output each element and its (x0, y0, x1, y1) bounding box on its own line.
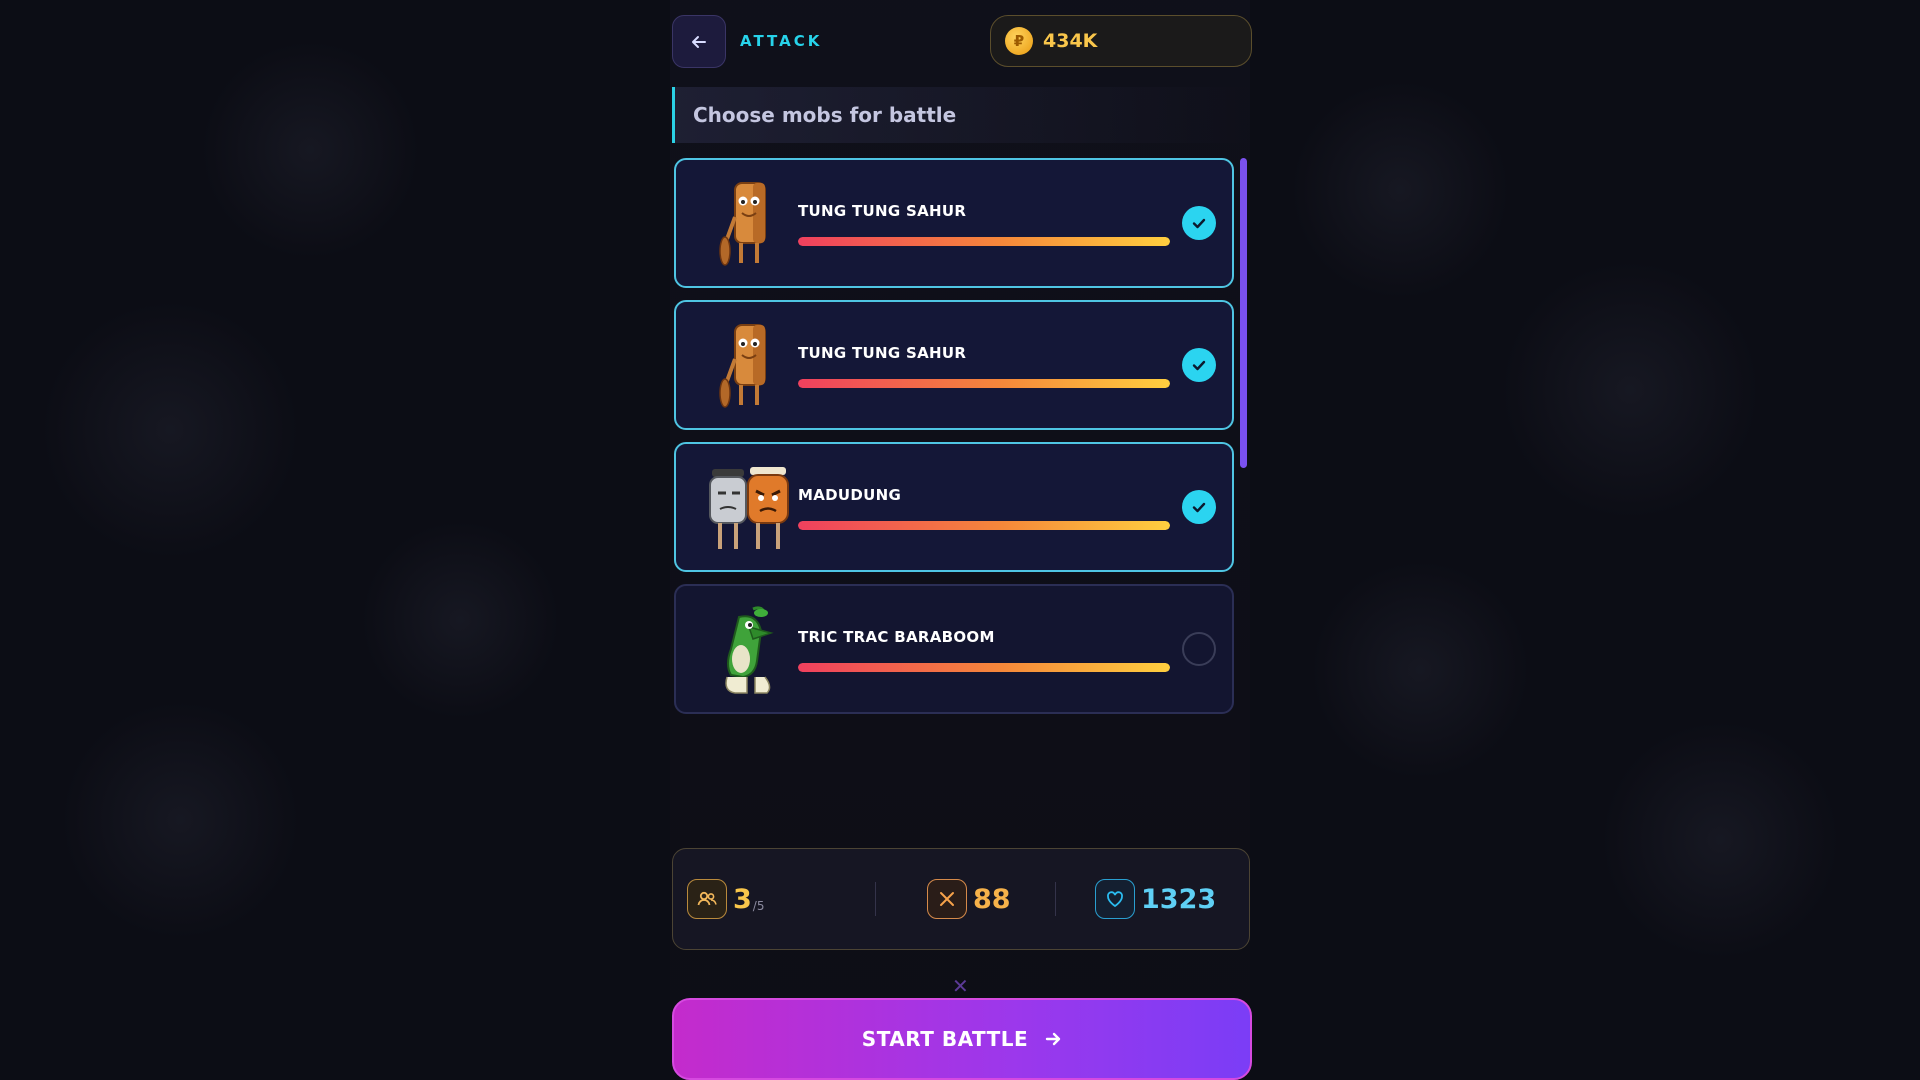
madudung-avatar (700, 460, 798, 558)
mob-health-fill (798, 237, 1170, 246)
tung-tung-sahur-avatar (700, 318, 798, 416)
tric-trac-baraboom-avatar (700, 602, 798, 700)
mob-health-bar (798, 663, 1170, 672)
mob-health-bar (798, 237, 1170, 246)
tung-tung-sahur-avatar (700, 176, 798, 274)
check-icon (1192, 360, 1206, 371)
mob-health-bar (798, 379, 1170, 388)
mob-select-checkbox[interactable] (1182, 348, 1216, 382)
squad-max: /5 (752, 899, 765, 913)
attack-stat: 88 (927, 849, 1011, 949)
attack-screen: ATTACK ₽ 434K Choose mobs for battle TUN… (672, 0, 1252, 1080)
mob-health-fill (798, 521, 1170, 530)
squad-count: 3 (733, 883, 752, 915)
swords-icon (927, 879, 967, 919)
check-icon (1192, 218, 1206, 229)
mob-card[interactable]: MADUDUNG (674, 442, 1234, 572)
divider (875, 882, 876, 916)
back-button[interactable] (672, 15, 726, 68)
heart-icon (1095, 879, 1135, 919)
attack-value: 88 (973, 883, 1011, 915)
check-icon (1192, 502, 1206, 513)
health-stat: 1323 (1095, 849, 1216, 949)
section-heading: Choose mobs for battle (672, 87, 1252, 143)
swords-decoration-icon: ✕ (952, 974, 969, 998)
mob-card[interactable]: TUNG TUNG SAHUR (674, 158, 1234, 288)
start-battle-button[interactable]: START BATTLE (672, 998, 1252, 1080)
mob-select-checkbox[interactable] (1182, 490, 1216, 524)
list-scrollbar[interactable] (1240, 158, 1247, 468)
page-title: ATTACK (740, 32, 823, 50)
mob-health-bar (798, 521, 1170, 530)
mob-name: MADUDUNG (798, 486, 902, 504)
arrow-left-icon (692, 35, 706, 48)
mob-card[interactable]: TUNG TUNG SAHUR (674, 300, 1234, 430)
mob-health-fill (798, 379, 1170, 388)
divider (1055, 882, 1056, 916)
mob-select-checkbox[interactable] (1182, 206, 1216, 240)
arrow-right-icon (1046, 1032, 1061, 1046)
squad-stat: 3 /5 (687, 849, 764, 949)
health-value: 1323 (1141, 883, 1217, 915)
header: ATTACK ₽ 434K (672, 15, 1252, 68)
coin-amount: 434K (1043, 30, 1098, 52)
battle-stats-panel: 3 /5 88 1323 (672, 848, 1250, 950)
mob-name: TUNG TUNG SAHUR (798, 344, 967, 362)
start-battle-label: START BATTLE (861, 1027, 1029, 1051)
mob-name: TUNG TUNG SAHUR (798, 202, 967, 220)
coin-icon: ₽ (1005, 27, 1033, 55)
mob-name: TRIC TRAC BARABOOM (798, 628, 995, 646)
mob-card[interactable]: TRIC TRAC BARABOOM (674, 584, 1234, 714)
users-icon (687, 879, 727, 919)
coin-balance: ₽ 434K (990, 15, 1252, 67)
mob-health-fill (798, 663, 1170, 672)
mob-select-checkbox[interactable] (1182, 632, 1216, 666)
mob-list: TUNG TUNG SAHUR TUNG TUNG SAHUR MADUDUNG… (674, 158, 1234, 726)
